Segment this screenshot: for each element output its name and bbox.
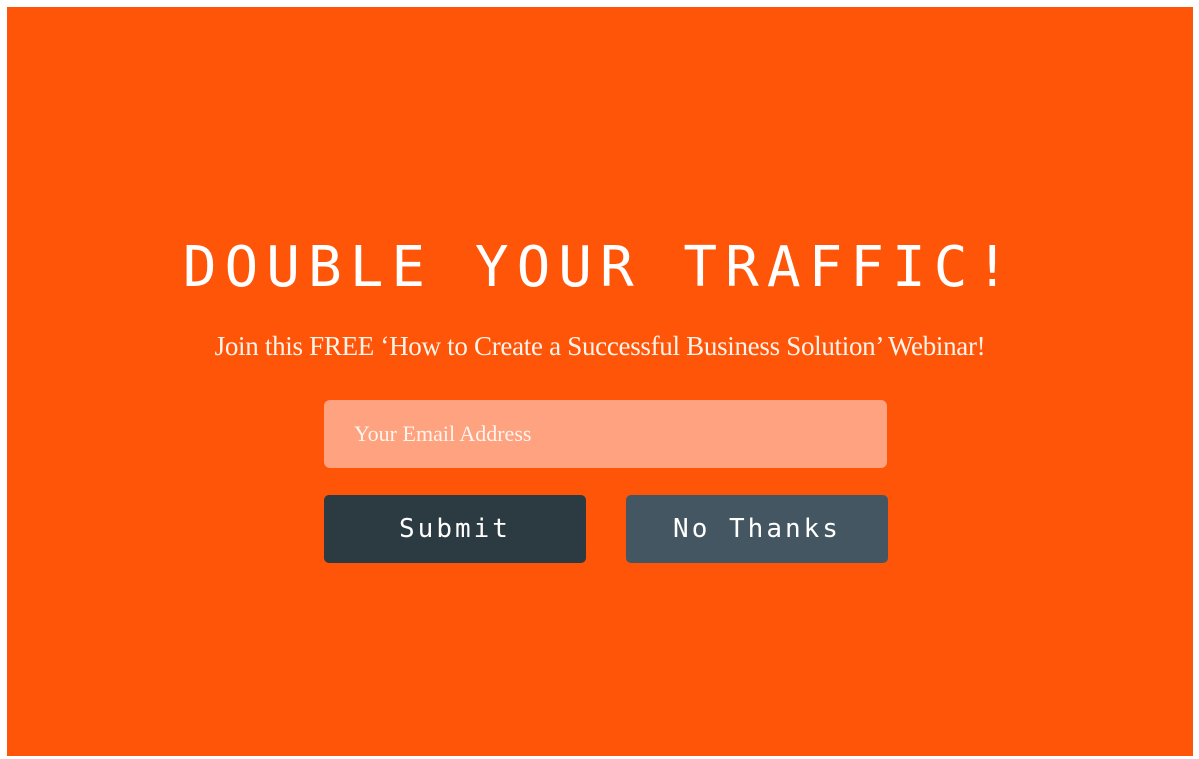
optin-popup: DOUBLE YOUR TRAFFIC! Join this FREE ‘How…	[7, 7, 1193, 756]
email-input[interactable]	[324, 400, 887, 468]
submit-button[interactable]: Submit	[324, 495, 586, 563]
headline: DOUBLE YOUR TRAFFIC!	[182, 235, 1018, 300]
subheadline: Join this FREE ‘How to Create a Successf…	[214, 331, 986, 361]
no-thanks-button[interactable]: No Thanks	[626, 495, 888, 563]
